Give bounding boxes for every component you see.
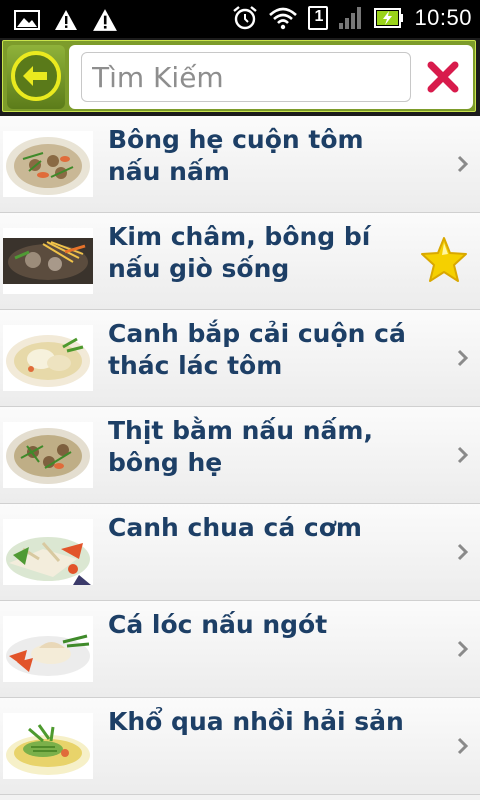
toolbar [0, 38, 480, 116]
recipe-thumbnail [3, 713, 93, 779]
warning-icon [55, 10, 77, 30]
list-item[interactable]: Cá lóc nấu ngót [0, 601, 480, 698]
recipe-title: Canh bắp cải cuộn cá thác lác tôm [108, 319, 406, 380]
list-item[interactable]: Khổ qua nhồi hải sản [0, 698, 480, 795]
list-item[interactable]: Canh bắp cải cuộn cá thác lác tôm [0, 310, 480, 407]
recipe-thumbnail [3, 228, 93, 294]
back-arrow-icon [11, 51, 61, 101]
recipe-title: Cá lóc nấu ngót [108, 610, 328, 639]
warning-icon [93, 9, 117, 31]
recipe-thumbnail [3, 325, 93, 391]
clock: 10:50 [414, 5, 472, 30]
list-item[interactable]: Canh chua cá cơm [0, 504, 480, 601]
sim-icon: 1 [308, 6, 329, 30]
recipe-thumbnail [3, 616, 93, 682]
chevron-right-icon [457, 543, 469, 561]
back-button[interactable] [7, 45, 65, 109]
search-input[interactable] [81, 52, 411, 102]
list-item[interactable]: Kim châm, bông bí nấu giò sống [0, 213, 480, 310]
image-notification-icon [14, 10, 40, 30]
recipe-title: Kim châm, bông bí nấu giò sống [108, 222, 371, 283]
alarm-icon [233, 6, 258, 30]
recipe-thumbnail [3, 131, 93, 197]
recipe-title: Thịt bằm nấu nấm, bông hẹ [108, 416, 373, 477]
list-item[interactable]: Bông hẹ cuộn tôm nấu nấm [0, 116, 480, 213]
favorite-star-icon[interactable] [418, 235, 470, 285]
chevron-right-icon [457, 349, 469, 367]
search-panel [69, 45, 473, 109]
toolbar-panel [2, 40, 476, 112]
signal-icon [339, 7, 362, 29]
recipe-title: Khổ qua nhồi hải sản [108, 707, 404, 736]
list-item[interactable]: Thịt bằm nấu nấm, bông hẹ [0, 407, 480, 504]
clear-search-button[interactable] [421, 55, 465, 99]
recipe-list: Bông hẹ cuộn tôm nấu nấm Kim châm, bông … [0, 116, 480, 795]
status-bar: 1 10:50 [0, 0, 480, 38]
chevron-right-icon [457, 640, 469, 658]
chevron-right-icon [457, 446, 469, 464]
chevron-right-icon [457, 155, 469, 173]
recipe-title: Canh chua cá cơm [108, 513, 362, 542]
battery-charging-icon [374, 8, 404, 28]
recipe-thumbnail [3, 519, 93, 585]
wifi-icon [269, 7, 298, 30]
recipe-title: Bông hẹ cuộn tôm nấu nấm [108, 125, 364, 186]
recipe-thumbnail [3, 422, 93, 488]
close-icon [427, 61, 459, 93]
sim-slot-label: 1 [314, 8, 324, 25]
chevron-right-icon [457, 737, 469, 755]
